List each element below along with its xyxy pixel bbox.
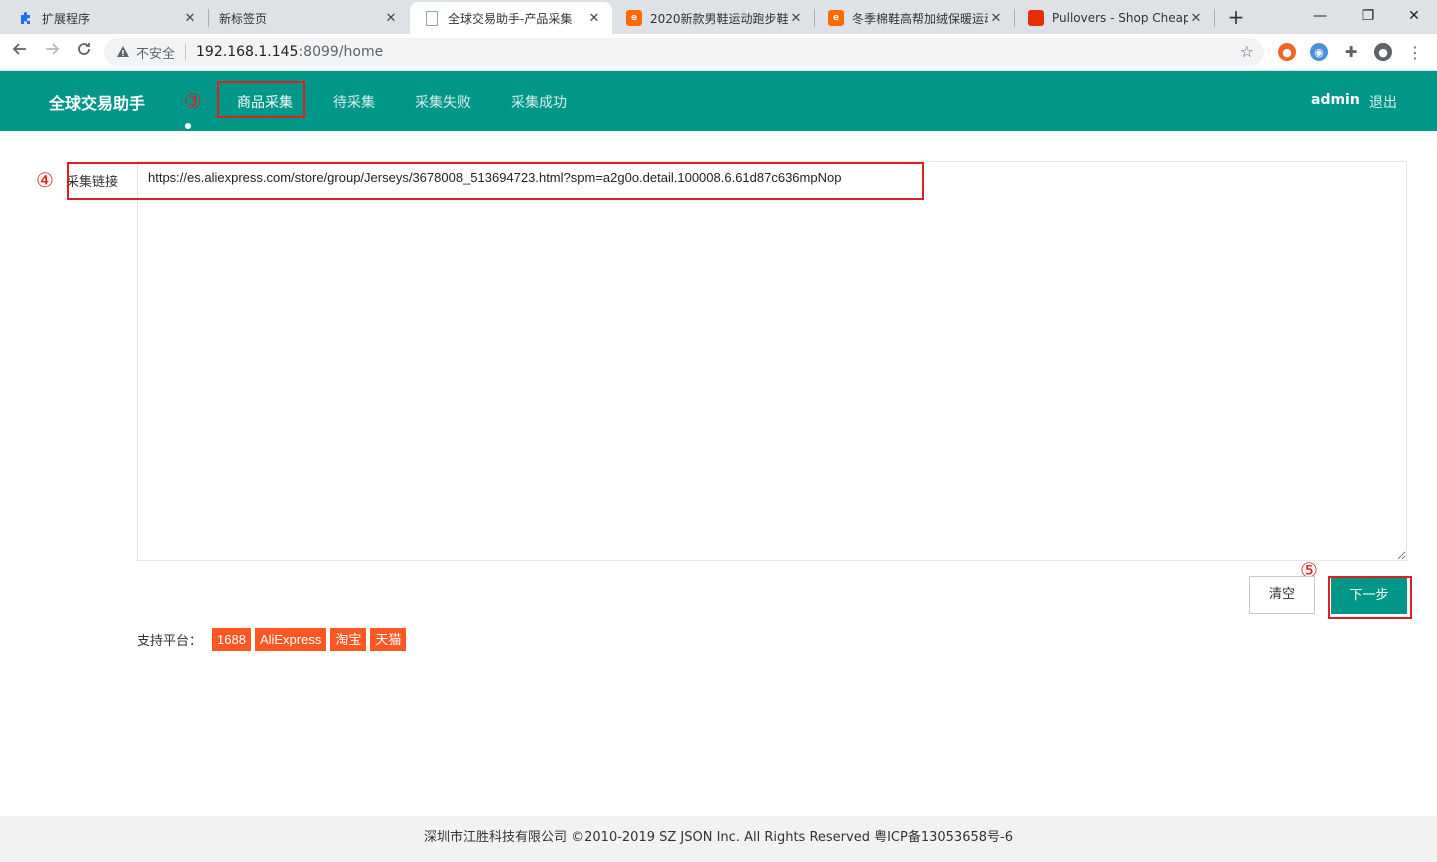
tab-close-icon[interactable]: ✕ [586, 11, 602, 26]
tab-title: 新标签页 [219, 11, 268, 26]
username[interactable]: admin [1311, 92, 1360, 108]
omnibox-divider [185, 44, 187, 60]
puzzle-icon [18, 10, 34, 26]
url-path: :8099/home [298, 44, 384, 60]
reload-button[interactable] [72, 40, 96, 64]
menu-kebab-icon[interactable]: ⋮ [1406, 43, 1424, 62]
tab-close-icon[interactable]: ✕ [383, 11, 399, 26]
security-label[interactable]: 不安全 [136, 43, 175, 62]
address-bar[interactable]: 不安全 192.168.1.145:8099/home ☆ [104, 38, 1264, 66]
tab-title: 扩展程序 [42, 11, 91, 26]
browser-tab-active[interactable]: 全球交易助手-产品采集 ✕ [410, 2, 612, 34]
supported-platforms: 支持平台： 1688 AliExpress 淘宝 天猫 [137, 628, 410, 651]
document-icon [424, 10, 440, 26]
platforms-label: 支持平台： [137, 634, 203, 649]
tab-close-icon[interactable]: ✕ [182, 11, 198, 26]
bookmark-star-icon[interactable]: ☆ [1240, 42, 1254, 61]
platform-tag-aliexpress: AliExpress [254, 628, 327, 651]
url-host: 192.168.1.145 [196, 44, 299, 60]
tab-title: 全球交易助手-产品采集 [448, 11, 573, 26]
reload-icon [78, 43, 90, 55]
new-tab-button[interactable]: + [1224, 6, 1248, 30]
restore-button[interactable]: ❐ [1348, 4, 1388, 28]
aliexpress-icon [1028, 10, 1044, 26]
nav-item-failed[interactable]: 采集失败 [415, 92, 471, 112]
extensions-puzzle-icon[interactable]: ✚ [1342, 43, 1360, 61]
next-step-button[interactable]: 下一步 [1331, 578, 1407, 614]
browser-toolbar: 不安全 192.168.1.145:8099/home ☆ ● ◉ ✚ ● ⋮ [0, 34, 1437, 71]
annotation-step-4: ④ [36, 168, 54, 192]
alibaba-icon: e [828, 10, 844, 26]
arrow-left-icon [12, 43, 26, 55]
nav-item-pending[interactable]: 待采集 [333, 92, 375, 112]
window-close-button[interactable]: ✕ [1394, 4, 1434, 28]
back-button[interactable] [8, 40, 32, 64]
browser-tab-new-tab[interactable]: 新标签页 ✕ [205, 2, 409, 34]
warning-icon [116, 45, 130, 59]
collect-link-textarea[interactable]: https://es.aliexpress.com/store/group/Je… [137, 161, 1407, 561]
browser-tab-product-1[interactable]: e 2020新款男鞋运动跑步鞋 ✕ [612, 2, 814, 34]
app-brand: 全球交易助手 [49, 94, 146, 113]
browser-tab-product-2[interactable]: e 冬季棉鞋高帮加绒保暖运动 ✕ [814, 2, 1014, 34]
profile-avatar-icon[interactable]: ● [1374, 43, 1392, 61]
collect-link-label: 采集链接 [66, 175, 119, 190]
tab-separator [1214, 9, 1215, 27]
arrow-right-icon [46, 43, 60, 55]
tab-close-icon[interactable]: ✕ [788, 11, 804, 26]
platform-tag-taobao: 淘宝 [330, 628, 367, 651]
extension-orange-icon[interactable]: ● [1278, 43, 1296, 61]
annotation-step-3: ③ [184, 89, 202, 113]
clear-button[interactable]: 清空 [1249, 576, 1315, 614]
tab-close-icon[interactable]: ✕ [988, 11, 1004, 26]
browser-tab-aliexpress[interactable]: Pullovers - Shop Cheap ✕ [1014, 2, 1214, 34]
app-header: 全球交易助手 商品采集 待采集 采集失败 采集成功 admin 退出 [0, 71, 1437, 131]
nav-active-indicator [185, 123, 191, 129]
browser-tab-extensions[interactable]: 扩展程序 ✕ [4, 2, 208, 34]
tab-title: 2020新款男鞋运动跑步鞋 [650, 11, 788, 26]
minimize-button[interactable]: — [1300, 4, 1340, 28]
tab-title: 冬季棉鞋高帮加绒保暖运动 [852, 11, 988, 26]
nav-item-success[interactable]: 采集成功 [511, 92, 567, 112]
extension-globe-icon[interactable]: ◉ [1310, 43, 1328, 61]
platform-tag-1688: 1688 [212, 628, 251, 651]
tab-title: Pullovers - Shop Cheap [1052, 11, 1188, 25]
nav-item-collect[interactable]: 商品采集 [237, 92, 293, 112]
alibaba-icon: e [626, 10, 642, 26]
page-footer: 深圳市江胜科技有限公司 ©2010-2019 SZ JSON Inc. All … [0, 816, 1437, 862]
tab-close-icon[interactable]: ✕ [1188, 11, 1204, 26]
browser-tab-strip: 扩展程序 ✕ 新标签页 ✕ 全球交易助手-产品采集 ✕ e 2020新款男鞋运动… [0, 0, 1437, 34]
forward-button[interactable] [40, 40, 64, 64]
platform-tag-tmall: 天猫 [370, 628, 407, 651]
logout-link[interactable]: 退出 [1369, 92, 1397, 112]
